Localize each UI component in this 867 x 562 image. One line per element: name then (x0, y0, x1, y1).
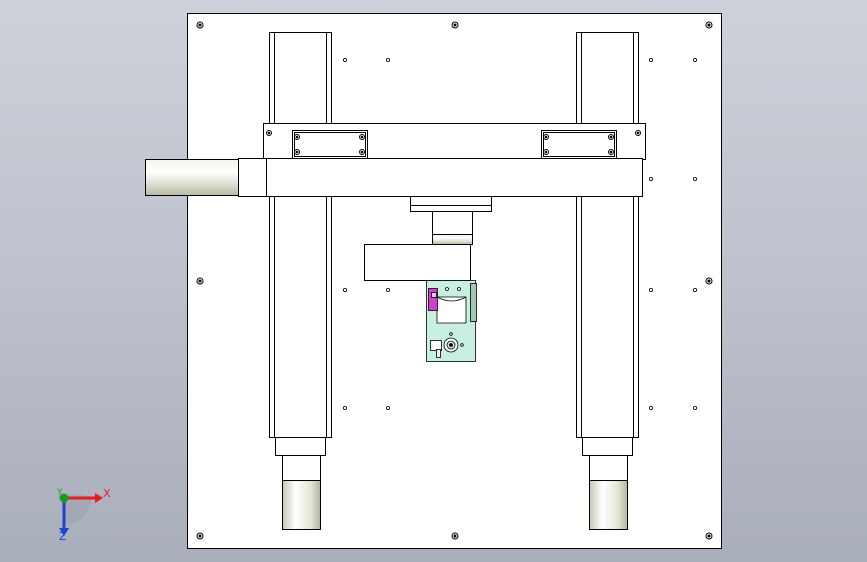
right-linear-rail[interactable] (576, 32, 639, 481)
right-carriage-block[interactable] (541, 130, 617, 159)
y-axis-label: Y (57, 488, 63, 498)
right-cylinder-rod (589, 480, 628, 530)
gripper-body[interactable] (364, 244, 471, 281)
left-linear-rail[interactable] (269, 32, 332, 481)
horizontal-beam[interactable] (238, 158, 643, 197)
left-carriage-block[interactable] (292, 130, 368, 159)
cad-model-view[interactable] (0, 0, 867, 562)
graphics-viewport[interactable]: X Y Z (0, 0, 867, 562)
x-axis-label: X (103, 487, 111, 500)
gripper-fixture[interactable] (426, 280, 477, 362)
left-cylinder-rod (282, 480, 321, 530)
z-axis-label: Z (59, 530, 67, 543)
horizontal-cylinder-rod (145, 159, 240, 196)
